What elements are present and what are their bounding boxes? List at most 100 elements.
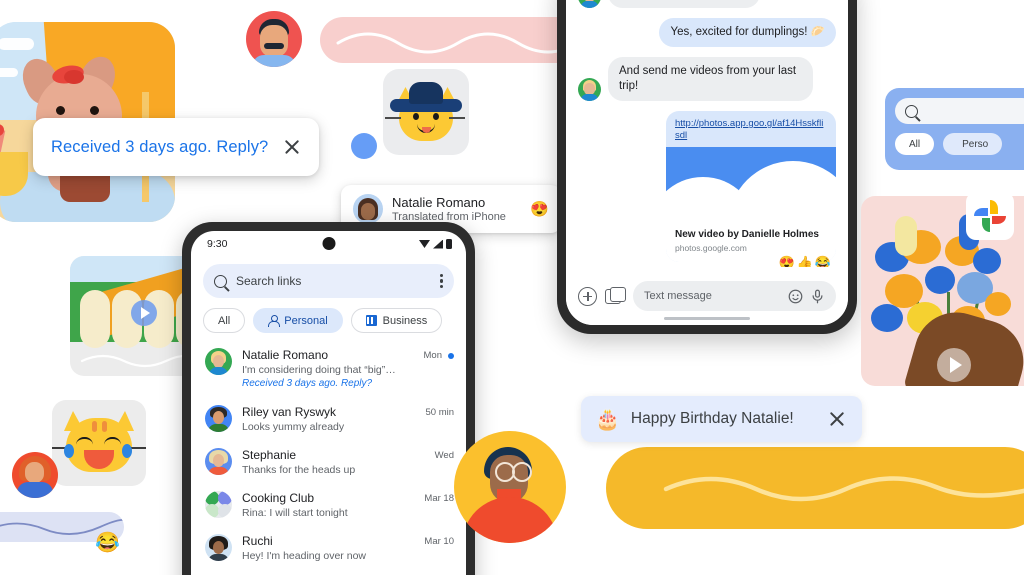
message-bubble[interactable]: Still on for dinner tonight? [608, 0, 761, 8]
message-row: And send me videos from your last trip! [578, 57, 836, 101]
list-item[interactable]: Cooking Club Rina: I will start tonight … [191, 484, 466, 527]
microphone-icon[interactable] [810, 289, 825, 304]
avatar [12, 452, 58, 498]
close-icon[interactable] [826, 408, 848, 430]
link-thumbnail [666, 147, 836, 221]
search-placeholder: Search links [236, 274, 302, 288]
message-preview: Rina: I will start tonight [242, 507, 348, 519]
message-row: Still on for dinner tonight? [578, 0, 836, 8]
message-bubble[interactable]: And send me videos from your last trip! [608, 57, 813, 101]
timestamp: 50 min [425, 407, 454, 418]
messages-list-phone-mockup: 9:30 Search links All Personal Business … [182, 222, 475, 575]
filter-chip-personal[interactable]: Perso [943, 133, 1003, 155]
filter-chip-row: All Personal Business [191, 298, 466, 333]
avatar [205, 405, 232, 432]
person-icon [268, 315, 281, 327]
timestamp: Wed [434, 450, 454, 461]
timestamp: Mar 18 [424, 493, 454, 504]
status-bar: 9:30 [191, 231, 466, 257]
building-icon [365, 315, 377, 326]
emoji-icon[interactable] [788, 289, 803, 304]
avatar [454, 431, 566, 543]
message-preview: Hey! I'm heading over now [242, 550, 366, 562]
link-url[interactable]: http://photos.app.goo.gl/af14Hsskflisdl [666, 111, 836, 147]
filter-chip-all[interactable]: All [203, 308, 246, 333]
message-preview: Thanks for the heads up [242, 464, 356, 476]
received-reply-notification-card[interactable]: Received 3 days ago. Reply? [33, 118, 319, 176]
search-icon [214, 274, 227, 288]
signal-icon [433, 239, 443, 249]
message-preview: I'm considering doing that “big”… [242, 364, 396, 376]
message-input-placeholder: Text message [644, 290, 712, 302]
contact-name: Cooking Club [242, 491, 315, 505]
chat-thread: Still on for dinner tonight? Yes, excite… [566, 0, 848, 270]
message-bubble[interactable]: Yes, excited for dumplings! 🥟 [659, 18, 836, 47]
avatar [246, 11, 302, 67]
list-item[interactable] [191, 570, 466, 575]
filter-chip-label: All [909, 138, 921, 150]
birthday-banner[interactable]: 🎂 Happy Birthday Natalie! [581, 396, 862, 442]
wifi-icon [419, 240, 430, 248]
reaction-emoji[interactable]: 😂 [95, 530, 120, 555]
gallery-icon[interactable] [605, 287, 626, 305]
list-item[interactable]: Riley van Ryswyk Looks yummy already 50 … [191, 398, 466, 441]
squiggle-icon [663, 476, 1024, 502]
avatar [353, 194, 383, 224]
avatar [205, 534, 232, 561]
play-icon[interactable] [937, 348, 971, 382]
link-preview-row: http://photos.app.goo.gl/af14Hsskflisdl … [578, 111, 836, 270]
notification-text: Received 3 days ago. Reply? [51, 137, 269, 156]
filter-chip-business[interactable]: Business [350, 308, 443, 333]
avatar [578, 0, 601, 8]
avatar [205, 348, 232, 375]
google-photos-logo [966, 192, 1014, 240]
reaction-emoji[interactable]: 😍 [530, 200, 549, 218]
message-input-field[interactable]: Text message [633, 281, 836, 311]
contact-name: Natalie Romano [242, 348, 329, 362]
decorative-dot [351, 133, 377, 159]
close-icon[interactable] [281, 136, 303, 158]
filter-chip-all[interactable]: All [895, 133, 935, 155]
filter-chip-label: Business [382, 314, 428, 327]
play-icon[interactable] [131, 300, 157, 326]
list-item[interactable]: Ruchi Hey! I'm heading over now Mar 10 [191, 527, 466, 570]
birthday-text: Happy Birthday Natalie! [630, 410, 794, 427]
contact-name: Ruchi [242, 534, 273, 548]
message-preview: Looks yummy already [242, 421, 345, 433]
avatar [205, 448, 232, 475]
link-domain: photos.google.com [675, 243, 747, 253]
link-preview-card[interactable]: http://photos.app.goo.gl/af14Hsskflisdl … [666, 111, 836, 262]
avatar [578, 78, 601, 101]
search-bar[interactable]: Search links [203, 264, 454, 298]
cake-icon: 🎂 [595, 408, 620, 431]
search-filter-card[interactable]: All Perso [885, 88, 1024, 170]
plus-circle-icon[interactable] [578, 286, 597, 306]
filter-chip-label: All [218, 314, 231, 327]
filter-chip-label: Personal [284, 314, 328, 327]
status-time: 9:30 [207, 238, 228, 250]
cat-laughing-tears-sticker [52, 400, 146, 486]
group-avatar [205, 491, 232, 518]
timestamp: Mon [423, 350, 442, 361]
list-item[interactable]: Stephanie Thanks for the heads up Wed [191, 441, 466, 484]
reply-hint[interactable]: Received 3 days ago. Reply? [242, 377, 414, 391]
search-bar[interactable] [895, 98, 1024, 124]
search-icon [905, 104, 918, 118]
list-item[interactable]: Natalie Romano I'm considering doing tha… [191, 341, 466, 398]
promotional-collage: Received 3 days ago. Reply? Natalie Roma… [0, 0, 1024, 575]
contact-name: Stephanie [242, 448, 297, 462]
contact-name: Riley van Ryswyk [242, 405, 337, 419]
filter-chip-label: Perso [962, 138, 989, 150]
chat-phone-mockup: Still on for dinner tonight? Yes, excite… [557, 0, 857, 334]
cat-cowboy-hat-sticker [383, 69, 469, 155]
timestamp: Mar 10 [424, 536, 454, 547]
conversation-list: Natalie Romano I'm considering doing tha… [191, 341, 466, 575]
battery-icon [446, 239, 452, 249]
filter-chip-personal[interactable]: Personal [253, 308, 343, 333]
home-indicator [664, 316, 750, 320]
more-vertical-icon[interactable] [439, 272, 444, 290]
contact-name: Natalie Romano [392, 194, 486, 210]
camera-notch [322, 237, 335, 250]
unread-indicator [448, 352, 454, 359]
message-row: Yes, excited for dumplings! 🥟 [578, 18, 836, 47]
